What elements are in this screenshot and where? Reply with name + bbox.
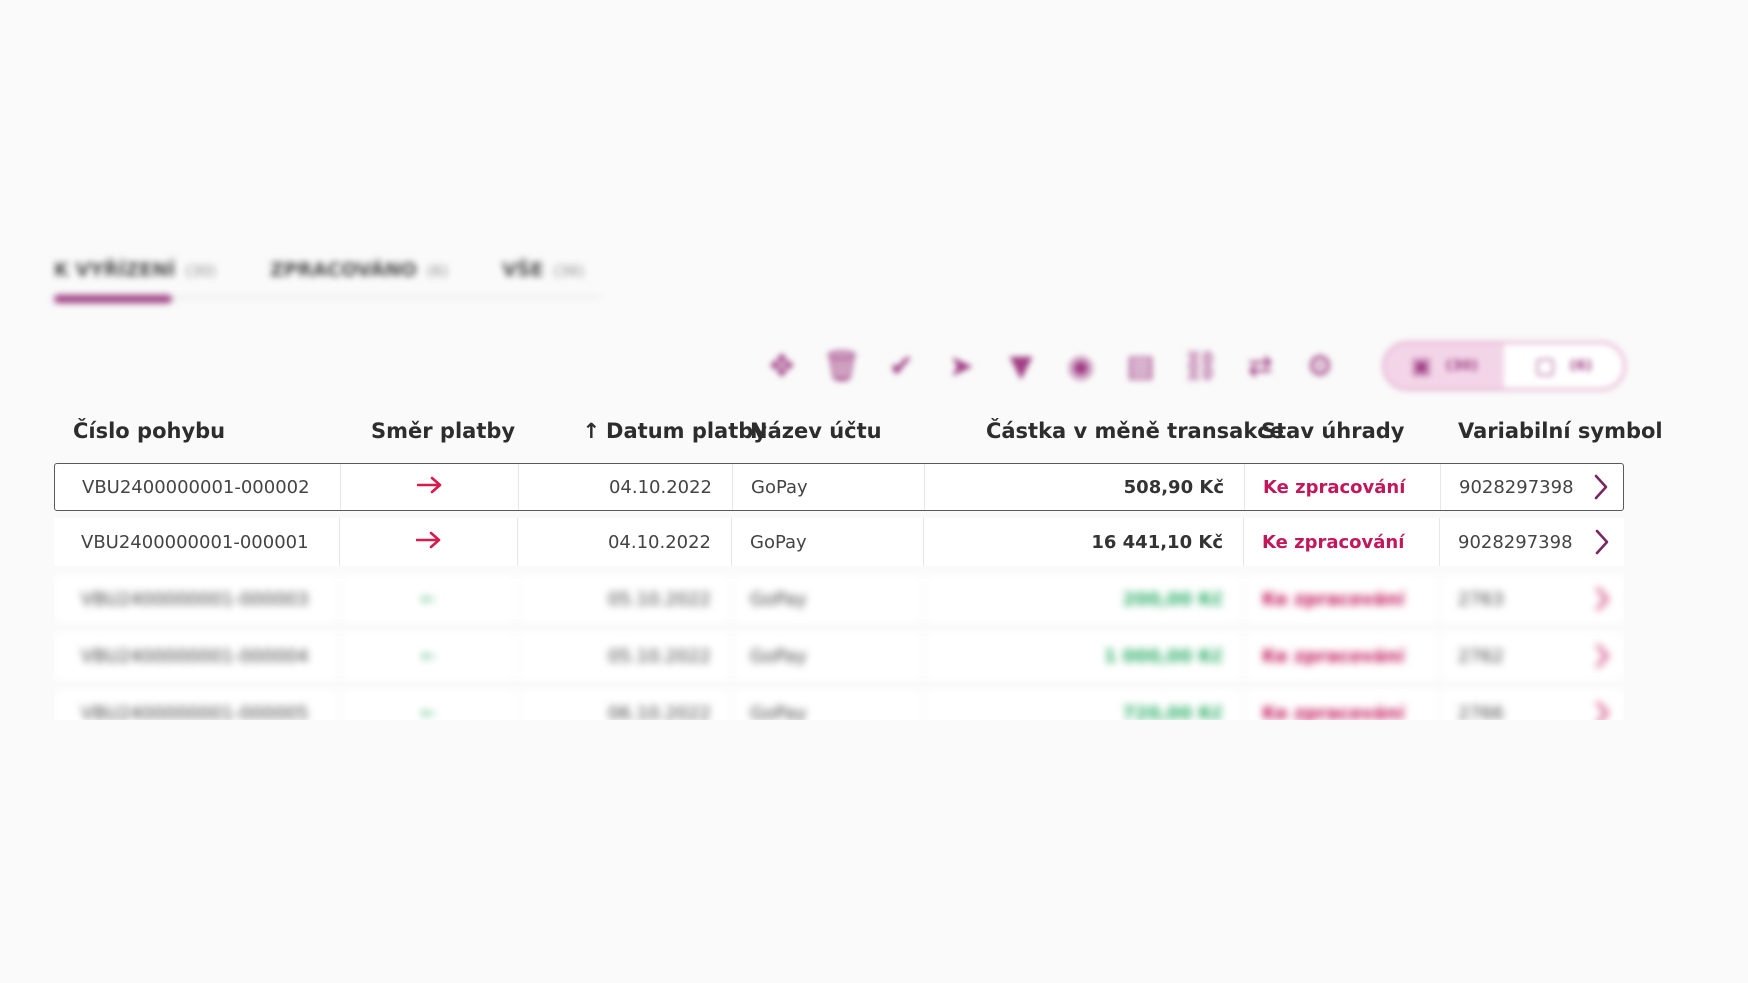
table-row[interactable]: VBU2400000001-000001 04.10.2022 GoPay 16… [54, 518, 1624, 566]
outgoing-arrow-icon [416, 476, 443, 499]
account-name: GoPay [732, 575, 924, 623]
blurred-rows-region: VBU2400000001-000003 ← 05.10.2022 GoPay … [54, 570, 1624, 720]
status-tabs: K VYŘÍZENÍ (30) ZPRACOVÁNO (6) VŠE (36) [54, 250, 600, 303]
outgoing-arrow-icon [415, 531, 442, 554]
status-badge: Ke zpracování [1244, 575, 1440, 623]
table-row[interactable]: VBU2400000001-000003 ← 05.10.2022 GoPay … [54, 575, 1624, 623]
send-icon[interactable]: ➤ [943, 348, 979, 384]
table-row[interactable]: VBU2400000001-000005 ← 06.10.2022 GoPay … [54, 689, 1624, 720]
chevron-right-icon[interactable] [1594, 575, 1610, 623]
transactions-page: K VYŘÍZENÍ (30) ZPRACOVÁNO (6) VŠE (36) ✥ 🗑… [0, 0, 1748, 983]
status-badge: Ke zpracování [1244, 689, 1440, 720]
amount: 508,90 Kč [925, 464, 1245, 510]
header-date[interactable]: ↑ Datum platby [559, 419, 767, 443]
chevron-right-icon[interactable] [1594, 632, 1610, 680]
link-icon[interactable]: ⛓ [1181, 348, 1219, 384]
header-variable-symbol[interactable]: Variabilní symbol [1458, 419, 1663, 443]
sort-ascending-icon: ↑ [582, 419, 601, 443]
tab-count: (36) [553, 262, 585, 280]
payment-date: 06.10.2022 [518, 689, 732, 720]
direction-cell [340, 518, 518, 566]
account-name: GoPay [732, 632, 924, 680]
amount: 1 000,00 Kč [924, 632, 1244, 680]
view-count: (30) [1445, 358, 1478, 374]
direction-cell: ← [340, 575, 518, 623]
payment-date: 04.10.2022 [519, 464, 733, 510]
header-amount[interactable]: Částka v měně transakce [934, 419, 1284, 443]
direction-cell: ← [340, 689, 518, 720]
tab-all[interactable]: VŠE (36) [502, 250, 584, 290]
incoming-arrow-icon: ← [420, 588, 437, 610]
filter-icon[interactable]: ▼ [1003, 348, 1039, 384]
payment-date: 05.10.2022 [518, 575, 732, 623]
tab-label: K VYŘÍZENÍ [54, 259, 176, 281]
view-count: (6) [1569, 358, 1593, 374]
table-header: Číslo pohybu Směr platby ↑ Datum platby N… [54, 413, 1663, 453]
amount: 200,00 Kč [924, 575, 1244, 623]
settings-icon[interactable]: ⚙ [1302, 348, 1338, 384]
delete-icon[interactable]: 🗑 [823, 348, 861, 384]
tab-to-process[interactable]: K VYŘÍZENÍ (30) [54, 250, 217, 303]
view-toggle: ▣ (30) ▢ (6) [1381, 341, 1627, 391]
header-direction[interactable]: Směr platby [371, 419, 515, 443]
header-account-name[interactable]: Název účtu [750, 419, 882, 443]
chevron-right-icon[interactable] [1594, 689, 1610, 720]
tab-processed[interactable]: ZPRACOVÁNO (6) [270, 250, 448, 290]
direction-cell [341, 464, 519, 510]
tab-count: (30) [185, 262, 217, 280]
document-icon[interactable]: ▤ [1123, 348, 1159, 384]
move-icon[interactable]: ✥ [764, 348, 800, 384]
swap-icon[interactable]: ⇄ [1242, 348, 1278, 384]
status-badge: Ke zpracování [1245, 464, 1441, 510]
movement-number: VBU2400000001-000004 [54, 632, 340, 680]
movement-number: VBU2400000001-000005 [54, 689, 340, 720]
table-view-option[interactable]: ▣ (30) [1384, 344, 1504, 388]
card-view-option[interactable]: ▢ (6) [1504, 344, 1623, 388]
chevron-right-icon[interactable] [1593, 464, 1609, 510]
card-view-icon: ▢ [1534, 353, 1556, 379]
chevron-right-icon[interactable] [1594, 518, 1610, 566]
payment-date: 05.10.2022 [518, 632, 732, 680]
approve-icon[interactable]: ✔ [884, 348, 920, 384]
amount: 16 441,10 Kč [924, 518, 1244, 566]
account-name: GoPay [732, 518, 924, 566]
status-badge: Ke zpracování [1244, 632, 1440, 680]
action-toolbar: ✥ 🗑 ✔ ➤ ▼ ◉ ▤ ⛓ ⇄ ⚙ ▣ (30) ▢ (6) [764, 341, 1627, 391]
tab-label: ZPRACOVÁNO [270, 259, 417, 281]
header-movement-number[interactable]: Číslo pohybu [73, 419, 225, 443]
incoming-arrow-icon: ← [420, 702, 437, 721]
direction-cell: ← [340, 632, 518, 680]
tab-count: (6) [426, 262, 449, 280]
eye-icon[interactable]: ◉ [1063, 348, 1099, 384]
movement-number: VBU2400000001-000002 [55, 464, 341, 510]
table-row[interactable]: VBU2400000001-000002 04.10.2022 GoPay 50… [54, 463, 1624, 511]
incoming-arrow-icon: ← [420, 645, 437, 667]
movement-number: VBU2400000001-000001 [54, 518, 340, 566]
status-badge: Ke zpracování [1244, 518, 1440, 566]
header-date-label: Datum platby [606, 419, 767, 443]
account-name: GoPay [733, 464, 925, 510]
movement-number: VBU2400000001-000003 [54, 575, 340, 623]
tab-label: VŠE [502, 259, 544, 281]
payment-date: 04.10.2022 [518, 518, 732, 566]
amount: 720,00 Kč [924, 689, 1244, 720]
account-name: GoPay [732, 689, 924, 720]
header-status[interactable]: Stav úhrady [1261, 419, 1404, 443]
table-view-icon: ▣ [1410, 353, 1432, 379]
table-row[interactable]: VBU2400000001-000004 ← 05.10.2022 GoPay … [54, 632, 1624, 680]
